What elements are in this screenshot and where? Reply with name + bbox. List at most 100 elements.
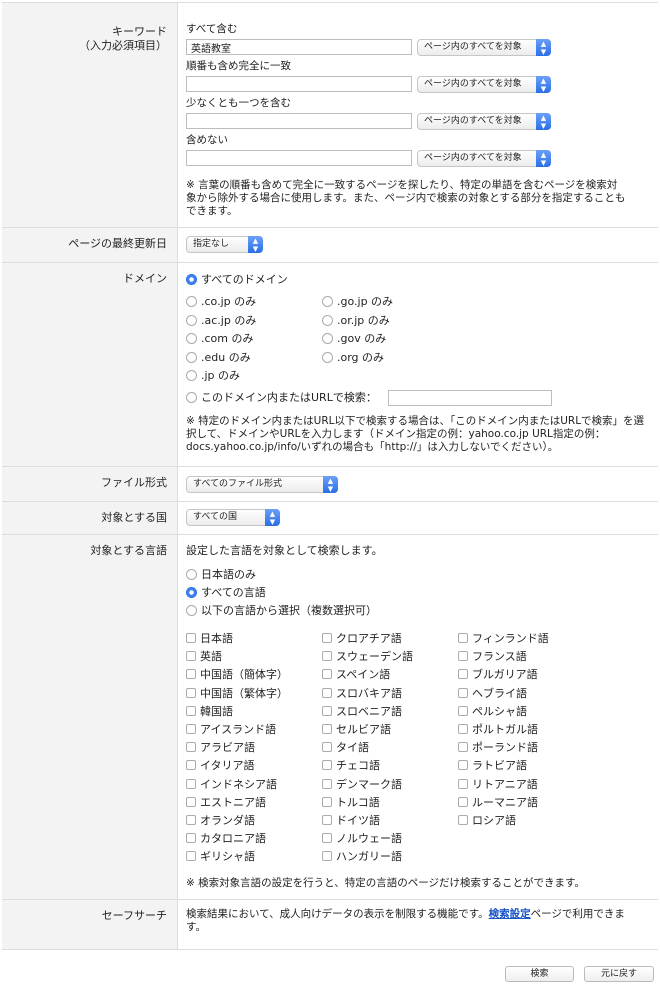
search-settings-link[interactable]: 検索設定 — [489, 908, 531, 920]
domain-option-radio[interactable] — [322, 351, 333, 363]
keyword-label-cell: キーワード （入力必須項目） — [2, 3, 178, 227]
language-checkbox[interactable] — [458, 651, 468, 662]
domain-option-label: .jp のみ — [201, 369, 241, 382]
language-row: 対象とする言語 設定した言語を対象として検索します。 ※ 検索対象言語の設定を行… — [2, 535, 658, 900]
keyword-field-label: 少なくとも一つを含む — [186, 97, 291, 109]
language-checkbox[interactable] — [322, 815, 332, 825]
language-checkbox[interactable] — [458, 778, 468, 789]
safesearch-text-before: 検索結果において、成人向けデータの表示を制限する機能です。 — [186, 908, 489, 920]
keyword-scope-select[interactable]: ページ内のすべてを対象 ▲ ▼ — [417, 39, 551, 56]
language-checkbox[interactable] — [186, 760, 196, 771]
keyword-label: キーワード — [112, 25, 167, 38]
language-checkbox-label: 英語 — [200, 650, 222, 664]
language-checkbox[interactable] — [186, 815, 196, 825]
country-label: 対象とする国 — [2, 502, 178, 534]
language-checkbox[interactable] — [322, 705, 332, 716]
select-arrows-icon: ▲ ▼ — [536, 39, 551, 56]
keyword-note: ※ 言葉の順番も含めて完全に一致するページを探したり、特定の単語を含むページを検… — [186, 179, 626, 217]
last-update-value: 指定なし — [193, 239, 230, 249]
language-checkbox[interactable] — [322, 724, 332, 734]
language-checkbox[interactable] — [186, 705, 196, 716]
select-arrows-icon: ▲ ▼ — [265, 509, 280, 526]
filetype-value: すべてのファイル形式 — [193, 479, 283, 489]
language-checkbox[interactable] — [458, 669, 468, 680]
keyword-scope-value: ページ内のすべてを対象 — [424, 79, 522, 89]
domain-url-input[interactable] — [388, 390, 552, 406]
language-checkbox[interactable] — [186, 796, 196, 807]
language-checkbox-label: ラトビア語 — [472, 759, 527, 773]
language-checkbox[interactable] — [322, 633, 332, 643]
language-checkbox[interactable] — [458, 687, 468, 698]
language-checkbox[interactable] — [322, 651, 332, 662]
language-checkbox[interactable] — [458, 796, 468, 807]
keyword-field-label: 順番も含め完全に一致 — [186, 60, 291, 72]
domain-option-label: .co.jp のみ — [201, 295, 257, 308]
language-checkbox[interactable] — [186, 833, 196, 844]
language-checkbox[interactable] — [186, 651, 196, 662]
domain-option-radio[interactable] — [322, 296, 333, 307]
domain-option-radio[interactable] — [186, 314, 197, 326]
language-checkbox-label: クロアチア語 — [336, 632, 402, 645]
keyword-input[interactable] — [186, 76, 412, 92]
language-checkbox-label: フィンランド語 — [472, 632, 549, 645]
language-mode-radio[interactable] — [186, 605, 197, 616]
language-note: ※ 検索対象言語の設定を行うと、特定の言語のページだけ検索することができます。 — [186, 877, 585, 889]
language-checkbox[interactable] — [186, 669, 196, 680]
language-checkbox[interactable] — [322, 687, 332, 698]
language-checkbox[interactable] — [458, 760, 468, 771]
domain-option-radio[interactable] — [186, 296, 197, 307]
language-checkbox-label: オランダ語 — [200, 814, 255, 827]
language-checkbox[interactable] — [458, 633, 468, 643]
domain-all-radio[interactable] — [186, 274, 197, 285]
language-checkbox-label: ポルトガル語 — [472, 723, 538, 736]
domain-option-radio[interactable] — [186, 333, 197, 344]
language-checkbox-label: ヘブライ語 — [472, 686, 527, 700]
language-checkbox[interactable] — [322, 833, 332, 844]
last-update-select[interactable]: 指定なし ▲ ▼ — [186, 236, 263, 253]
language-checkbox[interactable] — [458, 742, 468, 753]
domain-custom-radio[interactable] — [186, 392, 197, 403]
language-checkbox-label: リトアニア語 — [472, 777, 538, 791]
keyword-scope-select[interactable]: ページ内のすべてを対象 ▲ ▼ — [417, 150, 551, 167]
language-checkbox[interactable] — [458, 815, 468, 825]
language-checkbox[interactable] — [322, 796, 332, 807]
language-checkbox-label: セルビア語 — [336, 723, 391, 736]
language-checkbox-label: ブルガリア語 — [472, 668, 538, 682]
keyword-scope-value: ページ内のすべてを対象 — [424, 42, 522, 52]
keyword-input[interactable] — [186, 39, 412, 55]
reset-button[interactable]: 元に戻す — [584, 966, 654, 982]
select-arrows-icon: ▲ ▼ — [323, 476, 338, 493]
keyword-input[interactable] — [186, 150, 412, 166]
language-checkbox[interactable] — [322, 760, 332, 771]
filetype-select[interactable]: すべてのファイル形式 ▲ ▼ — [186, 476, 338, 493]
language-checkbox[interactable] — [186, 851, 196, 862]
language-checkbox[interactable] — [186, 724, 196, 734]
keyword-scope-select[interactable]: ページ内のすべてを対象 ▲ ▼ — [417, 113, 551, 130]
language-checkbox[interactable] — [322, 742, 332, 753]
language-checkbox-label: 中国語（簡体字） — [200, 668, 288, 682]
country-select[interactable]: すべての国 ▲ ▼ — [186, 509, 280, 526]
language-checkbox-label: ノルウェー語 — [336, 832, 402, 846]
keyword-scope-select[interactable]: ページ内のすべてを対象 ▲ ▼ — [417, 76, 551, 93]
domain-option-radio[interactable] — [186, 370, 197, 381]
keyword-input[interactable] — [186, 113, 412, 129]
language-checkbox-label: ギリシャ語 — [200, 850, 255, 864]
domain-options: ※ 特定のドメイン内またはURL以下で検索する場合は、「このドメイン内またはUR… — [178, 263, 658, 466]
language-mode-radio[interactable] — [186, 569, 197, 580]
domain-option-radio[interactable] — [322, 333, 333, 344]
language-mode-radio[interactable] — [186, 587, 197, 598]
filetype-label: ファイル形式 — [2, 467, 178, 501]
language-checkbox[interactable] — [322, 669, 332, 680]
language-checkbox[interactable] — [186, 778, 196, 789]
language-checkbox[interactable] — [186, 633, 196, 643]
domain-option-radio[interactable] — [322, 314, 333, 326]
language-checkbox[interactable] — [458, 724, 468, 734]
search-button[interactable]: 検索 — [505, 966, 574, 982]
language-checkbox-label: スウェーデン語 — [336, 650, 413, 664]
language-checkbox[interactable] — [186, 687, 196, 698]
language-checkbox[interactable] — [186, 742, 196, 753]
language-checkbox[interactable] — [458, 705, 468, 716]
domain-option-radio[interactable] — [186, 351, 197, 363]
language-checkbox[interactable] — [322, 778, 332, 789]
language-checkbox[interactable] — [322, 851, 332, 862]
